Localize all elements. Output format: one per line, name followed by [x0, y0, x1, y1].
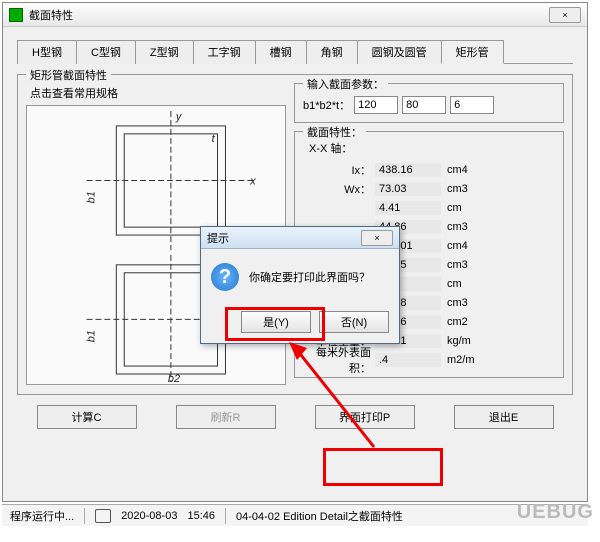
prop-label: Wx： [303, 181, 375, 197]
dialog-message: 你确定要打印此界面吗？ [249, 269, 370, 285]
diagram-link[interactable]: 点击查看常用规格 [30, 85, 286, 101]
fieldset-legend: 矩形管截面特性 [26, 67, 111, 83]
prop-label: 每米外表面积： [303, 344, 375, 376]
svg-text:b1: b1 [85, 191, 97, 203]
dialog-titlebar: 提示 × [201, 227, 399, 249]
prop-value: 4.41 [375, 201, 441, 215]
svg-text:b1: b1 [85, 330, 97, 342]
prop-unit: cm [441, 202, 462, 214]
dialog-close-icon[interactable]: × [361, 230, 393, 246]
prop-row: 4.41cm [303, 198, 555, 217]
tab-2[interactable]: Z型钢 [135, 40, 194, 64]
prop-unit: cm4 [441, 164, 468, 176]
calc-button[interactable]: 计算C [37, 405, 137, 429]
input-params-group: 输入截面参数： b1*b2*t： [294, 83, 564, 123]
tab-5[interactable]: 角钢 [306, 40, 358, 64]
app-icon [9, 8, 23, 22]
statusbar: 程序运行中... 2020-08-03 15:46 04-04-02 Editi… [2, 504, 588, 526]
print-button[interactable]: 界面打印P [315, 405, 415, 429]
prop-unit: cm3 [441, 259, 468, 271]
exit-button[interactable]: 退出E [454, 405, 554, 429]
prop-label: Ix： [303, 162, 375, 178]
prop-unit: cm2 [441, 316, 468, 328]
prop-unit: cm3 [441, 183, 468, 195]
b2-input[interactable] [402, 96, 446, 114]
prop-row: Ix：438.16cm4 [303, 160, 555, 179]
dims-label: b1*b2*t： [303, 97, 350, 113]
status-date: 2020-08-03 [121, 510, 177, 522]
prop-unit: cm4 [441, 240, 468, 252]
status-time: 15:46 [187, 510, 215, 522]
b1-input[interactable] [354, 96, 398, 114]
svg-text:y: y [175, 111, 182, 123]
t-input[interactable] [450, 96, 494, 114]
tab-7[interactable]: 矩形管 [441, 40, 504, 64]
input-legend: 输入截面参数： [303, 76, 388, 92]
tab-0[interactable]: H型钢 [17, 40, 77, 64]
tab-6[interactable]: 圆钢及圆管 [357, 40, 442, 64]
prop-unit: m2/m [441, 354, 475, 366]
tab-1[interactable]: C型钢 [76, 40, 136, 64]
prop-unit: cm [441, 278, 462, 290]
camera-icon [95, 509, 111, 523]
prop-unit: kg/m [441, 335, 471, 347]
status-running: 程序运行中... [10, 508, 74, 524]
watermark: UEBUG [517, 501, 594, 524]
no-button[interactable]: 否(N) [319, 311, 389, 333]
axis-label: X-X 轴： [309, 140, 555, 156]
button-bar: 计算C 刷新R 界面打印P 退出E [17, 405, 573, 429]
status-edition: 04-04-02 Edition Detail之截面特性 [236, 508, 403, 524]
prop-value: .4 [375, 353, 441, 367]
prop-row: Wx：73.03cm3 [303, 179, 555, 198]
tab-3[interactable]: 工字钢 [193, 40, 256, 64]
prop-value: 73.03 [375, 182, 441, 196]
dialog-title: 提示 [207, 230, 361, 246]
svg-text:t: t [212, 133, 216, 145]
tabstrip: H型钢C型钢Z型钢工字钢槽钢角钢圆钢及圆管矩形管 [17, 39, 573, 64]
svg-text:x: x [249, 175, 256, 187]
prop-unit: cm3 [441, 221, 468, 233]
tab-4[interactable]: 槽钢 [255, 40, 307, 64]
svg-text:b2: b2 [168, 373, 180, 384]
close-icon[interactable]: × [549, 7, 581, 23]
yes-button[interactable]: 是(Y) [241, 311, 311, 333]
confirm-dialog: 提示 × ? 你确定要打印此界面吗？ 是(Y) 否(N) [200, 226, 400, 344]
window-title: 截面特性 [29, 7, 549, 23]
prop-value: 438.16 [375, 163, 441, 177]
props-legend: 截面特性： [303, 124, 366, 140]
question-icon: ? [211, 263, 239, 291]
titlebar: 截面特性 × [3, 3, 587, 27]
refresh-button[interactable]: 刷新R [176, 405, 276, 429]
prop-unit: cm3 [441, 297, 468, 309]
prop-row: 每米外表面积：.4m2/m [303, 350, 555, 369]
